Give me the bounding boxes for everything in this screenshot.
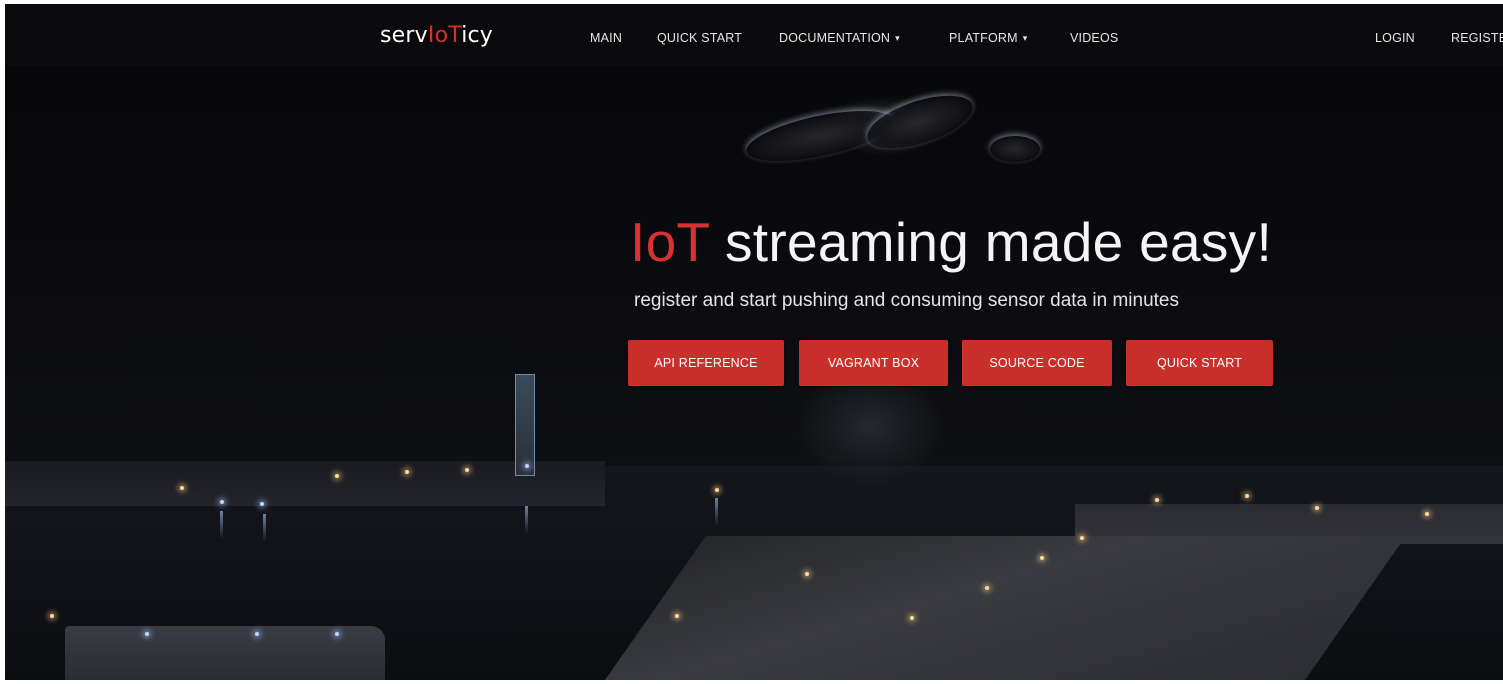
pier [605,536,1406,680]
nav-videos-label: VIDEOS [1070,31,1119,45]
harbor-light [260,502,264,506]
nav-quick-start[interactable]: QUICK START [657,31,742,45]
nav-documentation-label: DOCUMENTATION [779,31,891,45]
harbor-light [910,616,914,620]
brand-suffix: icy [461,23,494,48]
harbor-light [1245,494,1249,498]
page: servIoTicy MAIN QUICK START DOCUMENTATIO… [0,0,1503,684]
harbor-light [50,614,54,618]
harbor-light [1040,556,1044,560]
harbor-light [985,586,989,590]
harbor-light [145,632,149,636]
chevron-down-icon: ▾ [1022,33,1028,43]
cloud [990,136,1040,162]
nav-register[interactable]: REGISTE [1451,31,1503,45]
brand-prefix: serv [380,23,428,48]
harbor-light [180,486,184,490]
vagrant-box-button[interactable]: VAGRANT BOX [799,340,948,386]
light-reflection [525,506,528,534]
harbor-light [465,468,469,472]
nav-register-label: REGISTE [1451,31,1503,45]
source-code-button[interactable]: SOURCE CODE [962,340,1112,386]
navbar: servIoTicy MAIN QUICK START DOCUMENTATIO… [5,4,1503,66]
api-reference-button[interactable]: API REFERENCE [628,340,784,386]
hero-title-highlight: IoT [630,211,710,273]
harbor-light [715,488,719,492]
hero-subtitle: register and start pushing and consuming… [634,290,1179,311]
lit-tower [515,374,535,476]
nav-documentation[interactable]: DOCUMENTATION ▾ [779,31,900,45]
harbor-light [1315,506,1319,510]
harbor-light [1080,536,1084,540]
hero-title: IoT streaming made easy! [630,210,1272,274]
nav-login[interactable]: LOGIN [1375,31,1415,45]
nav-main[interactable]: MAIN [590,31,622,45]
nav-platform[interactable]: PLATFORM ▾ [949,31,1027,45]
harbor-light [1425,512,1429,516]
light-reflection [263,514,266,542]
nav-videos[interactable]: VIDEOS [1070,31,1118,45]
light-reflection [715,498,718,526]
nav-platform-label: PLATFORM [949,31,1018,45]
nav-quick-start-label: QUICK START [657,31,743,45]
harbor-light [1155,498,1159,502]
chevron-down-icon: ▾ [895,33,900,43]
brand-highlight: IoT [427,23,462,48]
harbor-light [335,632,339,636]
brand-logo[interactable]: servIoTicy [380,23,493,48]
harbor-light [525,464,529,468]
quick-start-button[interactable]: QUICK START [1126,340,1273,386]
harbor-light [675,614,679,618]
hero-title-rest: streaming made easy! [709,211,1273,273]
nav-login-label: LOGIN [1375,31,1415,45]
harbor-light [335,474,339,478]
frame-bottom-border [0,680,1503,684]
harbor-light [255,632,259,636]
harbor-light [805,572,809,576]
light-reflection [220,511,223,539]
nav-main-label: MAIN [590,31,623,45]
harbor-light [220,500,224,504]
harbor-light [405,470,409,474]
